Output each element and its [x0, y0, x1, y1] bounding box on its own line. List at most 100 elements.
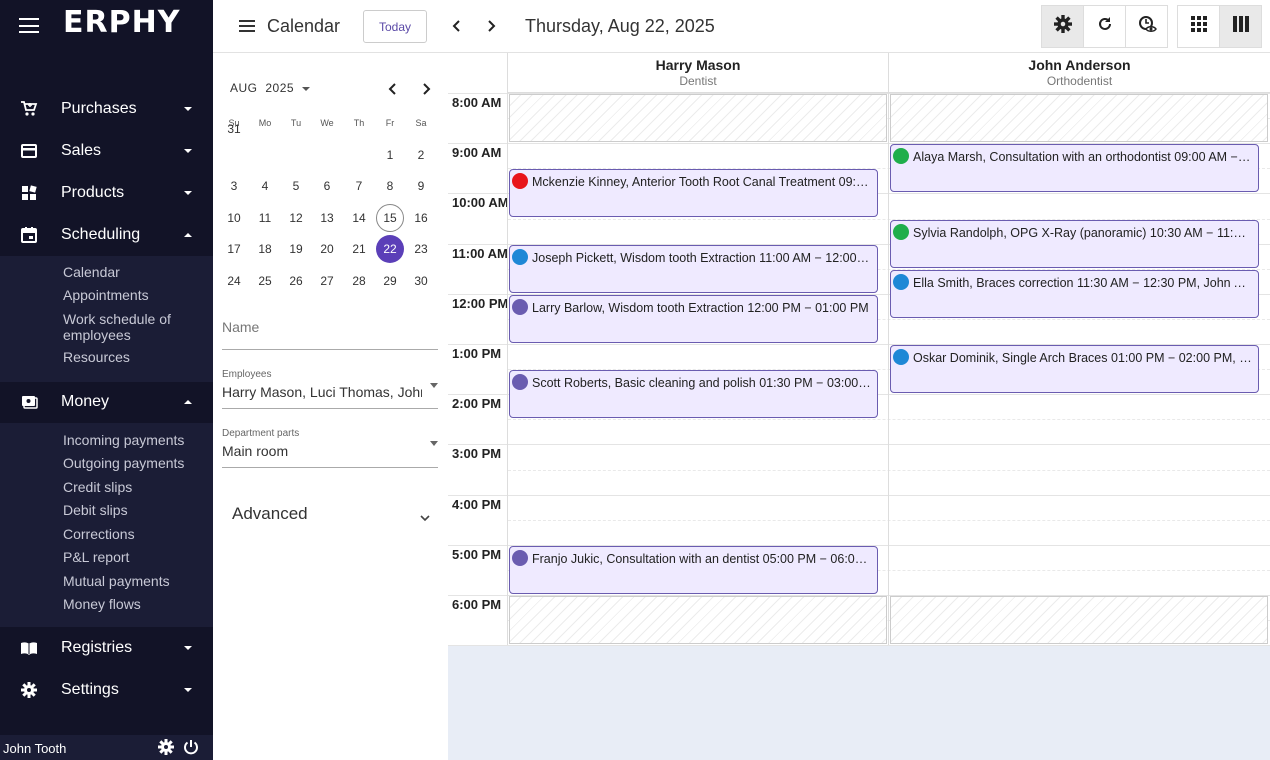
sidebar-item-label: Registries: [61, 639, 133, 656]
chevron-right-icon[interactable]: [418, 81, 434, 97]
appointment-event[interactable]: Mckenzie Kinney, Anterior Tooth Root Can…: [509, 169, 878, 218]
submenu-item-pl-report[interactable]: P&L report: [63, 549, 203, 565]
submenu-item-outgoing-payments[interactable]: Outgoing payments: [63, 455, 203, 471]
submenu-item-calendar[interactable]: Calendar: [63, 264, 203, 280]
submenu-item-mutual-payments[interactable]: Mutual payments: [63, 573, 203, 589]
status-dot: [893, 273, 909, 290]
submenu-item-corrections[interactable]: Corrections: [63, 526, 203, 542]
appointment-event[interactable]: Alaya Marsh, Consultation with an orthod…: [890, 144, 1259, 193]
calendar-day[interactable]: 21: [345, 235, 373, 263]
sidebar-item-label: Sales: [61, 142, 102, 159]
calendar-day[interactable]: 28: [345, 267, 373, 295]
calendar-day[interactable]: 16: [407, 204, 435, 232]
day-view-button[interactable]: [1219, 5, 1262, 48]
sidebar-item-registries[interactable]: Registries: [0, 630, 213, 666]
sidebar-item-money[interactable]: Money: [0, 384, 213, 420]
employees-select[interactable]: Employees Harry Mason, Luci Thomas, John…: [222, 366, 438, 409]
sidebar-item-sales[interactable]: Sales: [0, 133, 213, 169]
refresh-button[interactable]: [1083, 5, 1126, 48]
calendar-day[interactable]: 10: [220, 204, 248, 232]
sidebar-item-products[interactable]: Products: [0, 175, 213, 211]
calendar-day[interactable]: 23: [407, 235, 435, 263]
month-selector[interactable]: AUG 2025: [230, 81, 310, 95]
eye-clock-icon: [1137, 14, 1157, 39]
submenu-item-appointments[interactable]: Appointments: [63, 287, 203, 303]
dropdown-icon: [301, 86, 310, 91]
chevron-right-icon[interactable]: [483, 18, 499, 34]
appointment-event[interactable]: Ella Smith, Braces correction 11:30 AM −…: [890, 269, 1259, 318]
submenu-item-work-schedule[interactable]: Work schedule of employees: [63, 311, 203, 343]
department-select[interactable]: Department parts Main room: [222, 425, 438, 468]
visibility-button[interactable]: [1125, 5, 1168, 48]
appointment-event[interactable]: Oskar Dominik, Single Arch Braces 01:00 …: [890, 345, 1259, 393]
power-icon[interactable]: [183, 739, 199, 755]
calendar-day[interactable]: 4: [251, 172, 279, 200]
calendar-day[interactable]: 2: [407, 141, 435, 169]
menu-icon[interactable]: [239, 20, 255, 32]
submenu-item-debit-slips[interactable]: Debit slips: [63, 502, 203, 518]
calendar-day[interactable]: 17: [220, 235, 248, 263]
calendar-day[interactable]: 9: [407, 172, 435, 200]
calendar-day[interactable]: 31: [220, 115, 248, 143]
calendar-day[interactable]: 18: [251, 235, 279, 263]
calendar-day[interactable]: 26: [282, 267, 310, 295]
calendar-day[interactable]: 13: [313, 204, 341, 232]
today-button[interactable]: Today: [363, 10, 427, 43]
sidebar-item-purchases[interactable]: Purchases: [0, 91, 213, 127]
appointment-event[interactable]: Sylvia Randolph, OPG X-Ray (panoramic) 1…: [890, 219, 1259, 268]
user-bar: John Tooth: [0, 735, 213, 760]
calendar-day[interactable]: 29: [376, 267, 404, 295]
hour-line: [448, 494, 1270, 496]
chevron-left-icon[interactable]: [385, 81, 401, 97]
calendar-day[interactable]: 6: [313, 172, 341, 200]
calendar-day[interactable]: 19: [282, 235, 310, 263]
calendar-day[interactable]: 15: [376, 204, 404, 232]
gear-icon: [20, 681, 38, 699]
appointment-event[interactable]: Joseph Pickett, Wisdom tooth Extraction …: [509, 244, 878, 293]
appointment-event[interactable]: Larry Barlow, Wisdom tooth Extraction 12…: [509, 294, 878, 343]
calendar-day[interactable]: 30: [407, 267, 435, 295]
calendar-day[interactable]: 20: [313, 235, 341, 263]
chevron-down-icon: [184, 107, 192, 111]
calendar-day[interactable]: 3: [220, 172, 248, 200]
calendar-day[interactable]: 22: [376, 235, 404, 263]
page-title: Calendar: [267, 16, 341, 36]
calendar-day[interactable]: 27: [313, 267, 341, 295]
calendar-day[interactable]: 1: [376, 141, 404, 169]
column-divider: [507, 93, 508, 645]
chevron-left-icon[interactable]: [449, 18, 465, 34]
calendar-day[interactable]: 8: [376, 172, 404, 200]
employee-role: Orthodentist: [1046, 74, 1113, 88]
menu-icon[interactable]: [19, 18, 39, 33]
weekday-label: Fr: [385, 118, 395, 128]
advanced-toggle[interactable]: Advanced: [232, 504, 308, 524]
sidebar-item-label: Settings: [61, 681, 119, 698]
month-view-button[interactable]: [1177, 5, 1220, 48]
calendar-day[interactable]: 12: [282, 204, 310, 232]
submenu-item-incoming-payments[interactable]: Incoming payments: [63, 432, 203, 448]
calendar-settings-button[interactable]: [1041, 5, 1084, 48]
submenu-item-money-flows[interactable]: Money flows: [63, 596, 203, 612]
submenu-item-resources[interactable]: Resources: [63, 349, 203, 365]
month-label: AUG: [230, 81, 258, 95]
appointment-event[interactable]: Franjo Jukic, Consultation with an denti…: [509, 545, 878, 594]
time-label: 3:00 PM: [452, 446, 502, 462]
event-text: Larry Barlow, Wisdom tooth Extraction 12…: [532, 300, 869, 315]
name-field[interactable]: Name: [222, 308, 438, 350]
calendar-day[interactable]: 24: [220, 267, 248, 295]
user-settings-icon[interactable]: [158, 739, 174, 755]
event-text: Mckenzie Kinney, Anterior Tooth Root Can…: [532, 175, 871, 190]
time-label: 5:00 PM: [452, 546, 502, 562]
calendar-day[interactable]: 11: [251, 204, 279, 232]
sidebar-item-scheduling[interactable]: Scheduling: [0, 217, 213, 253]
chevron-down-icon[interactable]: [418, 511, 432, 525]
calendar-day[interactable]: 7: [345, 172, 373, 200]
sidebar-header: ERPHY: [0, 0, 213, 52]
calendar-day[interactable]: 25: [251, 267, 279, 295]
calendar-day[interactable]: 5: [282, 172, 310, 200]
current-date: Thursday, Aug 22, 2025: [525, 16, 715, 36]
appointment-event[interactable]: Scott Roberts, Basic cleaning and polish…: [509, 370, 878, 419]
sidebar-item-settings[interactable]: Settings: [0, 672, 213, 708]
calendar-day[interactable]: 14: [345, 204, 373, 232]
submenu-item-credit-slips[interactable]: Credit slips: [63, 479, 203, 495]
